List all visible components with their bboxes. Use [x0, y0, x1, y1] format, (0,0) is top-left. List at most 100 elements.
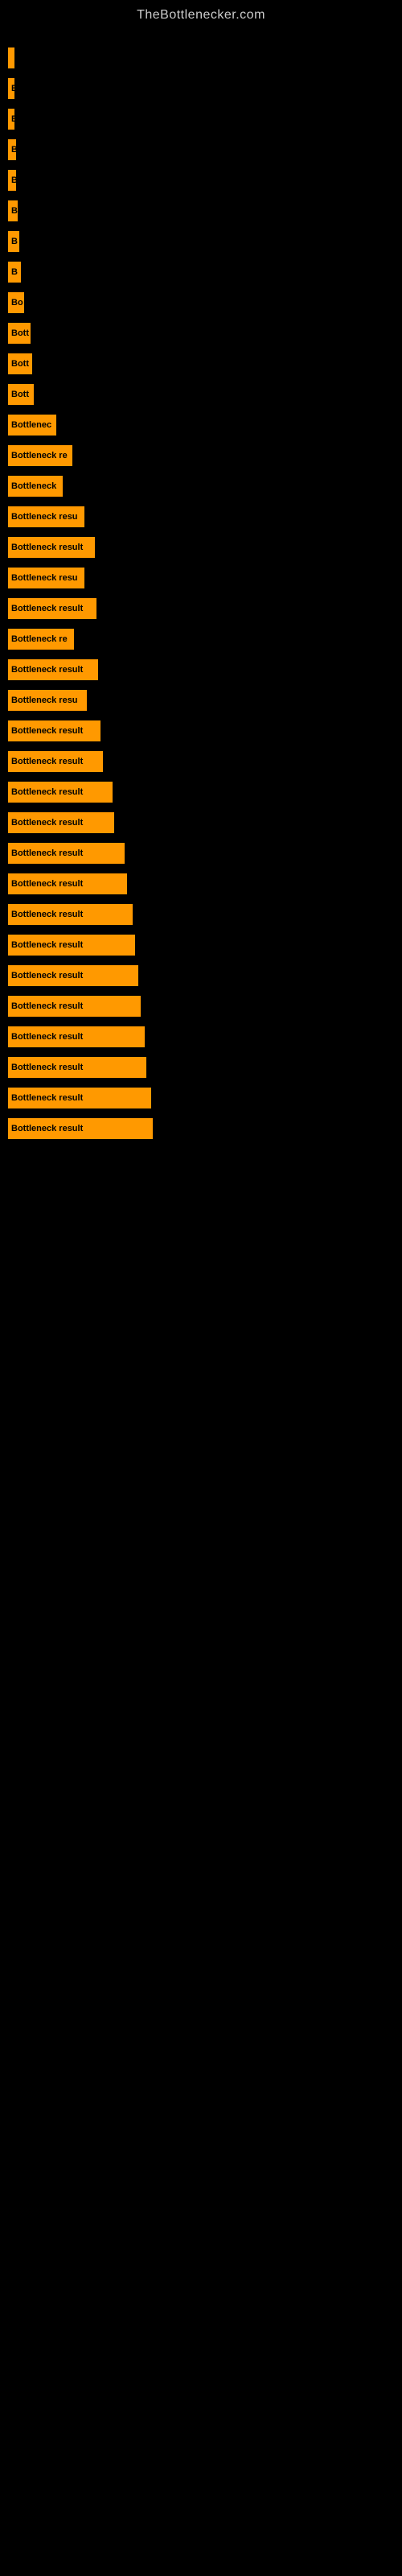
bar-label-text: Bottleneck re	[11, 451, 68, 460]
bar-row: Bottleneck result	[8, 991, 394, 1022]
bar-label-text: Bott	[11, 390, 29, 399]
bar: B	[8, 262, 21, 283]
bar: Bo	[8, 292, 24, 313]
bar	[8, 47, 14, 68]
bar-label-text: Bottleneck	[11, 481, 56, 491]
bar: Bottleneck result	[8, 1057, 146, 1078]
bar-row: Bottleneck result	[8, 1113, 394, 1144]
bar-row: B	[8, 226, 394, 257]
bar-row: Bottleneck resu	[8, 563, 394, 593]
bar-row: Bottleneck result	[8, 716, 394, 746]
bar-row: Bottleneck result	[8, 838, 394, 869]
bar-row: Bott	[8, 379, 394, 410]
bars-container: B B B B B B B Bo Bott Bott Bott Bottlenec Bottleneck…	[0, 27, 402, 1144]
bar-label-text: Bottleneck resu	[11, 696, 78, 705]
bar: Bottleneck result	[8, 1118, 153, 1139]
bar: Bottleneck result	[8, 935, 135, 956]
bar-row: Bottleneck result	[8, 654, 394, 685]
bar: Bottleneck result	[8, 537, 95, 558]
bar-row: Bottleneck re	[8, 440, 394, 471]
bar-row: Bott	[8, 349, 394, 379]
bar: B	[8, 109, 14, 130]
bar-row: Bottleneck result	[8, 1083, 394, 1113]
bar-label-text: B	[11, 114, 14, 124]
bar-label-text: Bottleneck result	[11, 726, 83, 736]
bar-row: B	[8, 196, 394, 226]
bar-label-text: B	[11, 237, 18, 246]
bar-label-text: Bott	[11, 328, 29, 338]
bar-row: Bott	[8, 318, 394, 349]
bar-row: Bottleneck	[8, 471, 394, 502]
bar-label-text: Bott	[11, 359, 29, 369]
bar: Bottleneck result	[8, 782, 113, 803]
bar: Bott	[8, 353, 32, 374]
bar-label-text: Bottlenec	[11, 420, 51, 430]
bar-label-text: Bottleneck result	[11, 879, 83, 889]
bar: B	[8, 231, 19, 252]
bar: B	[8, 139, 16, 160]
bar-label-text: B	[11, 267, 18, 277]
bar-row: Bottleneck re	[8, 624, 394, 654]
bar-row: Bottleneck result	[8, 746, 394, 777]
bar: B	[8, 170, 16, 191]
bar-label-text: B	[11, 145, 16, 155]
bar-row: Bottleneck resu	[8, 685, 394, 716]
bar-row: B	[8, 104, 394, 134]
bar-label-text: Bottleneck result	[11, 1124, 83, 1133]
bar-label-text: Bottleneck result	[11, 1093, 83, 1103]
bar: Bottleneck result	[8, 965, 138, 986]
bar-label-text: Bottleneck result	[11, 1001, 83, 1011]
site-title: TheBottlenecker.com	[0, 0, 402, 27]
bar-label-text: Bottleneck resu	[11, 573, 78, 583]
bar-row: Bottleneck result	[8, 1022, 394, 1052]
bar-row: B	[8, 73, 394, 104]
bar: Bottleneck result	[8, 873, 127, 894]
bar-row: B	[8, 134, 394, 165]
bar-label-text: Bottleneck re	[11, 634, 68, 644]
bar-label-text: B	[11, 175, 16, 185]
bar: Bottleneck resu	[8, 690, 87, 711]
bar-label-text: B	[11, 206, 18, 216]
bar-row: Bottleneck result	[8, 899, 394, 930]
bar: B	[8, 200, 18, 221]
bar-label-text: Bottleneck result	[11, 604, 83, 613]
bar-row	[8, 43, 394, 73]
bar-row: Bottleneck result	[8, 869, 394, 899]
bar-row: Bottleneck result	[8, 532, 394, 563]
bar-label-text: Bottleneck result	[11, 848, 83, 858]
bar: B	[8, 78, 14, 99]
bar-row: Bottlenec	[8, 410, 394, 440]
bar-label-text: Bottleneck result	[11, 818, 83, 828]
bar: Bottleneck result	[8, 659, 98, 680]
bar-row: B	[8, 165, 394, 196]
bar-row: Bo	[8, 287, 394, 318]
bar: Bottleneck result	[8, 720, 100, 741]
bar-row: B	[8, 257, 394, 287]
bar: Bottleneck result	[8, 751, 103, 772]
bar-label-text: Bottleneck result	[11, 665, 83, 675]
bar-label-text: Bottleneck resu	[11, 512, 78, 522]
bar: Bottleneck resu	[8, 568, 84, 588]
bar-row: Bottleneck result	[8, 777, 394, 807]
bar-label-text: Bottleneck result	[11, 543, 83, 552]
bar: Bott	[8, 384, 34, 405]
bar: Bottleneck result	[8, 1088, 151, 1108]
bar-label-text: Bottleneck result	[11, 910, 83, 919]
bar: Bottleneck result	[8, 812, 114, 833]
bar: Bottleneck re	[8, 445, 72, 466]
bar-label-text: Bottleneck result	[11, 1032, 83, 1042]
bar: Bott	[8, 323, 31, 344]
bar: Bottleneck result	[8, 904, 133, 925]
bar: Bottleneck resu	[8, 506, 84, 527]
bar-row: Bottleneck result	[8, 593, 394, 624]
bar: Bottleneck result	[8, 996, 141, 1017]
bar-label-text: Bottleneck result	[11, 787, 83, 797]
bar: Bottleneck result	[8, 843, 125, 864]
bar-label-text: Bottleneck result	[11, 971, 83, 980]
bar: Bottleneck result	[8, 598, 96, 619]
bar: Bottlenec	[8, 415, 56, 436]
bar-label-text: B	[11, 84, 14, 93]
bar: Bottleneck	[8, 476, 63, 497]
bar-row: Bottleneck result	[8, 1052, 394, 1083]
bar-label-text: Bottleneck result	[11, 757, 83, 766]
